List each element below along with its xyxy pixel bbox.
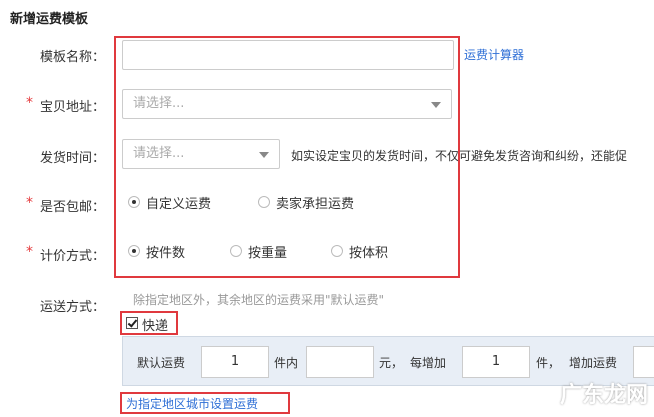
ship-from-label: 宝贝地址： — [39, 100, 105, 115]
delivery-hint: 除指定地区外，其余地区的运费采用"默认运费" — [133, 293, 385, 307]
default-fee-label: 默认运费 — [137, 356, 186, 370]
first-fee-input[interactable] — [306, 346, 374, 378]
express-checkbox[interactable] — [126, 317, 138, 329]
set-region-fee-link[interactable]: 为指定地区城市设置运费 — [126, 395, 258, 412]
fee-unit-label: 元， — [379, 356, 404, 370]
add-fee-label: 增加运费 — [569, 356, 618, 370]
first-unit-label: 件内 — [274, 356, 299, 370]
delivery-label: 运送方式： — [39, 300, 105, 315]
watermark-logo: 广东龙网 — [559, 383, 648, 408]
section-title: 新增运费模板 — [10, 12, 89, 27]
free-shipping-label: 是否包邮： — [39, 200, 105, 215]
add-count-input[interactable]: 1 — [462, 346, 530, 378]
check-icon — [127, 317, 138, 328]
add-fee-input[interactable] — [633, 346, 654, 378]
shipping-calculator-link[interactable]: 运费计算器 — [464, 46, 524, 63]
add-unit-label: 件， — [536, 356, 561, 370]
express-label[interactable]: 快递 — [142, 315, 168, 334]
ship-time-label: 发货时间： — [39, 151, 105, 166]
highlight-box — [114, 36, 460, 278]
template-name-label: 模板名称： — [39, 50, 105, 65]
each-add-label: 每增加 — [410, 356, 447, 370]
first-count-input[interactable]: 1 — [201, 346, 269, 378]
pricing-label: 计价方式： — [39, 249, 105, 264]
